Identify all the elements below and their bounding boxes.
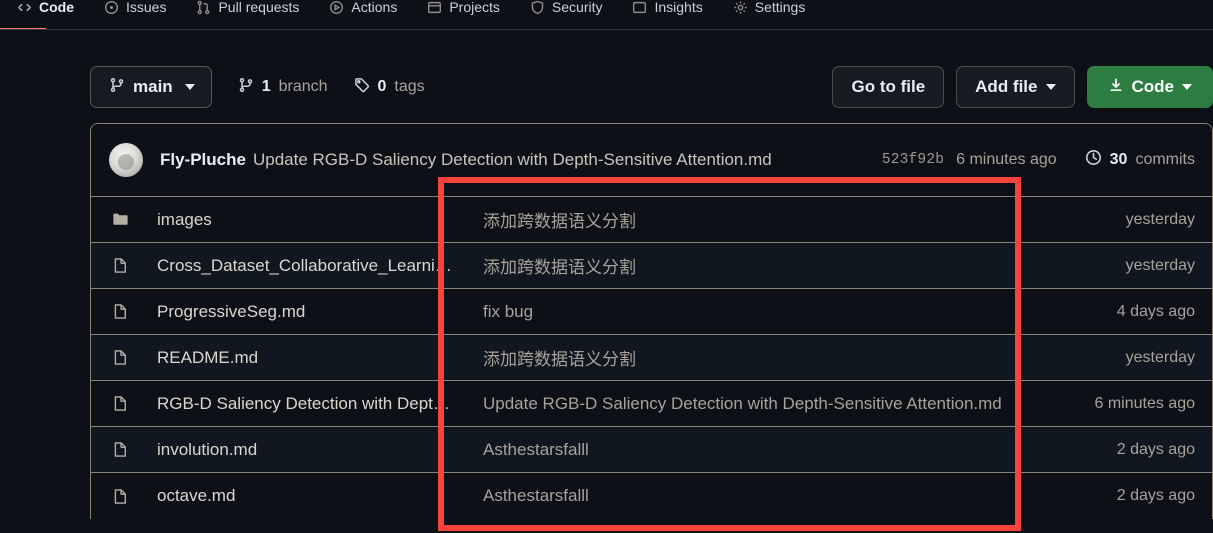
- tag-icon: [354, 77, 370, 98]
- branch-count-label: branch: [278, 78, 328, 95]
- file-name[interactable]: involution.md: [157, 440, 457, 460]
- tab-label: Security: [551, 0, 603, 15]
- file-commit-message[interactable]: 添加跨数据语义分割: [483, 345, 1126, 370]
- file-icon: [111, 303, 129, 320]
- file-commit-message[interactable]: fix bug: [483, 302, 1117, 322]
- table-row[interactable]: octave.md Asthestarsfalll 2 days ago: [91, 473, 1212, 519]
- commit-count[interactable]: 30 commits: [1085, 149, 1195, 171]
- file-time: yesterday: [1125, 348, 1195, 366]
- file-time: 2 days ago: [1116, 487, 1195, 504]
- tab-label: Code: [39, 0, 74, 15]
- table-row[interactable]: RGB-D Saliency Detection with Depth… Upd…: [91, 381, 1212, 427]
- commit-count-label: commits: [1135, 151, 1195, 168]
- chevron-down-icon: [1045, 84, 1056, 90]
- table-row[interactable]: involution.md Asthestarsfalll 2 days ago: [91, 427, 1212, 473]
- file-name[interactable]: README.md: [157, 348, 457, 368]
- chevron-down-icon: [1182, 84, 1192, 90]
- tab-projects[interactable]: Projects: [412, 0, 515, 24]
- tab-label: Actions: [351, 0, 398, 15]
- file-name[interactable]: Cross_Dataset_Collaborative_Learning…: [157, 256, 457, 276]
- commit-count-value: 30: [1109, 151, 1128, 168]
- code-icon: [17, 0, 32, 15]
- branch-selector[interactable]: main: [90, 66, 212, 108]
- folder-icon: [111, 211, 129, 228]
- file-time: yesterday: [1125, 256, 1195, 274]
- tab-settings[interactable]: Settings: [718, 0, 821, 24]
- nav-divider: [0, 29, 1213, 30]
- file-icon: [111, 441, 129, 458]
- code-button[interactable]: Code: [1086, 66, 1213, 108]
- branch-count-value: 1: [261, 78, 271, 95]
- go-to-file-label: Go to file: [851, 77, 926, 96]
- gear-icon: [733, 0, 748, 15]
- commit-message[interactable]: Update RGB-D Saliency Detection with Dep…: [253, 150, 772, 170]
- table-icon: [427, 0, 442, 15]
- file-listing: Fly-Pluche Update RGB-D Saliency Detecti…: [90, 123, 1213, 519]
- chevron-down-icon: [184, 84, 195, 90]
- file-name[interactable]: RGB-D Saliency Detection with Depth…: [157, 394, 457, 414]
- file-icon: [111, 349, 129, 366]
- add-file-button[interactable]: Add file: [956, 66, 1075, 108]
- file-icon: [111, 395, 129, 412]
- git-branch-icon: [109, 77, 125, 98]
- table-row[interactable]: images 添加跨数据语义分割 yesterday: [91, 197, 1212, 243]
- tag-count-value: 0: [377, 78, 387, 95]
- tab-insights[interactable]: Insights: [617, 0, 717, 24]
- play-icon: [329, 0, 344, 15]
- file-commit-message[interactable]: 添加跨数据语义分割: [483, 207, 1126, 232]
- file-commit-message[interactable]: Update RGB-D Saliency Detection with Dep…: [483, 394, 1094, 414]
- file-name[interactable]: images: [157, 210, 457, 230]
- tag-count-label: tags: [394, 78, 425, 95]
- tab-actions[interactable]: Actions: [314, 0, 412, 24]
- issue-opened-icon: [104, 0, 119, 15]
- tag-count[interactable]: 0 tags: [354, 77, 425, 98]
- file-time: 6 minutes ago: [1094, 394, 1195, 412]
- commit-sha[interactable]: 523f92b: [882, 152, 944, 168]
- tab-label: Projects: [449, 0, 500, 15]
- table-row[interactable]: Cross_Dataset_Collaborative_Learning… 添加…: [91, 243, 1212, 289]
- git-branch-icon: [238, 77, 254, 98]
- git-pull-request-icon: [196, 0, 211, 15]
- avatar[interactable]: [109, 143, 143, 177]
- file-time: 4 days ago: [1116, 302, 1195, 320]
- branch-name: main: [133, 77, 173, 96]
- tab-label: Insights: [654, 0, 703, 15]
- table-row[interactable]: README.md 添加跨数据语义分割 yesterday: [91, 335, 1212, 381]
- commit-time: 6 minutes ago: [956, 151, 1057, 168]
- commit-author[interactable]: Fly-Pluche: [160, 150, 246, 170]
- tab-security[interactable]: Security: [515, 0, 618, 24]
- file-commit-message[interactable]: 添加跨数据语义分割: [483, 253, 1126, 278]
- file-name[interactable]: octave.md: [157, 486, 457, 506]
- tab-label: Settings: [754, 0, 806, 15]
- tab-label: Issues: [126, 0, 167, 15]
- table-row[interactable]: ProgressiveSeg.md fix bug 4 days ago: [91, 289, 1212, 335]
- shield-icon: [530, 0, 545, 15]
- tab-pull-requests[interactable]: Pull requests: [181, 0, 314, 24]
- go-to-file-button[interactable]: Go to file: [832, 66, 945, 108]
- branch-count[interactable]: 1 branch: [238, 77, 328, 98]
- tab-code[interactable]: Code: [2, 0, 89, 24]
- tab-label: Pull requests: [218, 0, 300, 15]
- file-time: yesterday: [1125, 210, 1195, 228]
- repo-toolbar: main 1 branch 0 tags Go to file Add file…: [90, 66, 1213, 108]
- file-time: 2 days ago: [1116, 440, 1195, 458]
- code-button-label: Code: [1131, 77, 1175, 96]
- file-commit-message[interactable]: Asthestarsfalll: [483, 486, 1117, 506]
- tab-issues[interactable]: Issues: [89, 0, 181, 24]
- file-icon: [111, 488, 129, 505]
- file-icon: [111, 257, 129, 274]
- latest-commit-header: Fly-Pluche Update RGB-D Saliency Detecti…: [91, 124, 1212, 197]
- download-icon: [1108, 77, 1124, 98]
- file-commit-message[interactable]: Asthestarsfalll: [483, 440, 1117, 460]
- graph-icon: [632, 0, 647, 15]
- file-name[interactable]: ProgressiveSeg.md: [157, 302, 457, 322]
- repo-nav: Code Issues Pull requests Actions Projec…: [0, 0, 1213, 28]
- history-icon: [1085, 149, 1102, 171]
- add-file-label: Add file: [975, 77, 1038, 96]
